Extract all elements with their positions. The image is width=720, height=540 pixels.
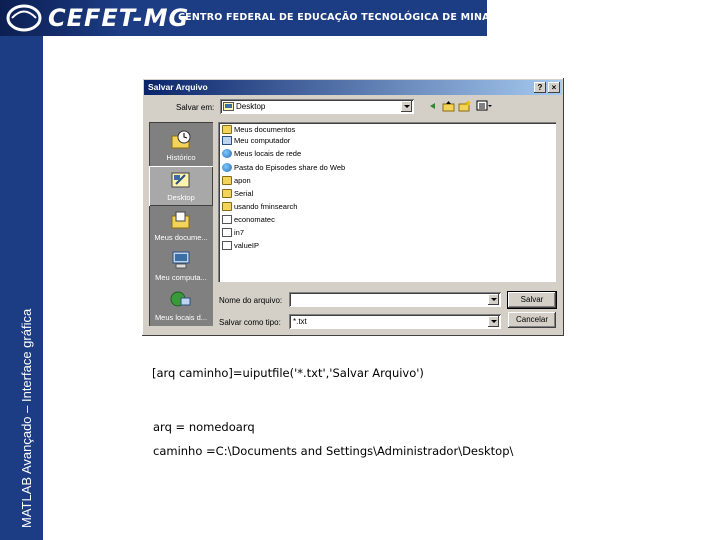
save-in-dropdown[interactable]: Desktop [220,99,414,114]
place-desktop[interactable]: Desktop [149,166,213,206]
file-name: Meus locais de rede [234,149,302,158]
history-icon [171,130,191,149]
new-folder-icon[interactable] [458,100,471,112]
network-places-icon [170,291,191,307]
file-list[interactable]: Meus documentos Meu computador Meus loca… [218,122,556,282]
filetype-dropdown[interactable]: *.txt [289,314,501,329]
header-banner: CEFET-MG CENTRO FEDERAL DE EDUCAÇÃO TECN… [0,0,487,36]
desktop-icon [171,172,190,188]
chevron-down-icon[interactable] [401,101,412,112]
network-icon [222,149,232,158]
folder-icon [222,125,232,134]
my-computer-icon [172,251,190,269]
web-folder-icon [222,163,232,172]
save-in-value: Desktop [236,102,266,111]
up-folder-icon[interactable] [442,100,455,112]
filetype-value: *.txt [293,317,307,326]
desktop-icon [223,102,234,111]
folder-icon [222,176,232,185]
logo-text: CEFET-MG [48,4,190,32]
code-line-arq: arq = nomedoarq [153,420,255,434]
place-label: Histórico [166,153,196,162]
document-icon [222,241,232,250]
document-icon [222,228,232,237]
file-name: apon [234,176,251,185]
file-name: Meus documentos [234,125,296,134]
file-name: in7 [234,228,245,237]
place-history[interactable]: Histórico [149,126,213,166]
chevron-down-icon[interactable] [488,316,499,327]
document-icon [222,215,232,224]
file-name: economatec [234,215,275,224]
sidebar: MATLAB Avançado – Interface gráfica [0,36,43,540]
places-bar: Histórico Desktop Meus docume... Meu com… [149,122,213,326]
sidebar-title: MATLAB Avançado – Interface gráfica [19,308,34,528]
dialog-titlebar[interactable]: Salvar Arquivo ? × [144,80,562,95]
place-label: Meus docume... [154,233,208,242]
my-documents-icon [171,211,190,229]
save-file-dialog: Salvar Arquivo ? × Salvar em: Desktop Hi… [142,78,564,336]
institution-name: CENTRO FEDERAL DE EDUCAÇÃO TECNOLÓGICA D… [178,12,487,23]
place-my-documents[interactable]: Meus docume... [149,206,213,246]
help-button[interactable]: ? [534,82,546,93]
save-button[interactable]: Salvar [508,292,556,308]
filename-label: Nome do arquivo: [219,296,283,305]
folder-icon [222,202,232,211]
cefet-logo-icon [6,4,42,32]
place-my-computer[interactable]: Meu computa... [149,246,213,286]
dialog-title: Salvar Arquivo [148,82,208,92]
back-icon[interactable] [426,100,439,112]
save-in-label: Salvar em: [176,103,215,112]
file-name: Serial [234,189,254,198]
file-name: Meu computador [234,136,291,145]
chevron-down-icon[interactable] [488,294,499,305]
filename-input[interactable] [289,292,501,307]
folder-icon [222,189,232,198]
code-line-caminho: caminho =C:\Documents and Settings\Admin… [153,444,514,458]
place-label: Meu computa... [155,273,207,282]
file-name: usando fminsearch [234,202,298,211]
place-label: Meus locais d... [154,313,208,322]
view-menu-icon[interactable] [476,100,494,112]
file-name: Pasta do Episodes share do Web [234,163,346,172]
code-line-uiputfile: [arq caminho]=uiputfile('*.txt','Salvar … [152,366,424,380]
filetype-label: Salvar como tipo: [219,318,281,327]
computer-icon [222,136,232,145]
file-name: valueIP [234,241,260,250]
place-label: Desktop [167,193,195,202]
place-network[interactable]: Meus locais d... [149,286,213,326]
close-button[interactable]: × [548,82,560,93]
cancel-button[interactable]: Cancelar [508,312,556,328]
